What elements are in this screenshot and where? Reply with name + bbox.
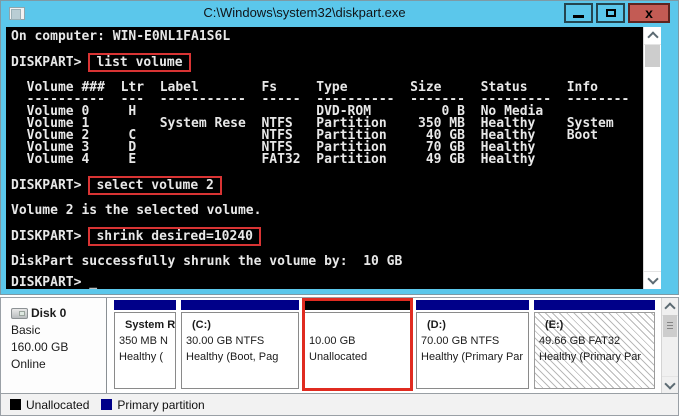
console-cursor: _ [89,275,97,289]
partition-name: (E:) [539,317,652,333]
partition-name [309,317,408,333]
disk-type: Basic [11,322,102,339]
partition-header-primary [534,300,655,310]
pane-scrollbar-thumb[interactable] [663,315,677,337]
close-button[interactable]: x [628,3,670,23]
pane-scroll-down-icon [664,378,675,389]
partition-strip: System R350 MB NHealthy ((C:)30.00 GB NT… [107,298,661,394]
partition-header-unallocated [304,300,411,310]
highlighted-command: shrink desired=10240 [88,227,261,246]
partition-box: System R350 MB NHealthy ( [114,312,176,389]
console-scroll-up-button[interactable] [644,27,661,45]
window-title: C:\Windows\system32\diskpart.exe [61,5,548,20]
highlighted-command: list volume [88,53,190,72]
console-app-icon [9,7,25,20]
partition-status: Healthy (Primary Par [539,349,652,365]
partition-header-primary [416,300,529,310]
pane-scroll-up-icon [664,302,675,313]
console-line: Volume 2 is the selected volume. [11,205,643,217]
console-line: DISKPART> _ [11,277,643,289]
disk-management-panel: Disk 0 Basic 160.00 GB Online System R35… [0,297,679,416]
console-scroll-down-icon [647,273,658,284]
partition-size: 70.00 GB NTFS [421,333,526,349]
partition-status: Healthy ( [119,349,173,365]
console-scroll-up-icon [647,31,658,42]
console-line: DISKPART> select volume 2 [11,175,643,196]
console-line: Volume 4 E FAT32 Partition 49 GB Healthy [11,154,643,166]
scrollbar-grip-icon [667,322,673,330]
partition-size: 10.00 GB [309,333,408,349]
console-scrollbar[interactable] [643,27,661,289]
legend-swatch-unallocated [10,399,21,410]
partition-c[interactable]: (C:)30.00 GB NTFSHealthy (Boot, Pag [181,300,299,389]
pane-scrollbar[interactable] [661,298,678,394]
disk-size: 160.00 GB [11,339,102,356]
console-line [11,43,643,52]
legend-item-unallocated: Unallocated [10,398,89,412]
minimize-icon [573,15,584,18]
diskpart-prompt: DISKPART> [11,52,81,73]
console-output: On computer: WIN-E0NL1FA1S6L DISKPART> lis… [6,27,643,289]
diskpart-window: C:\Windows\system32\diskpart.exe x On co… [0,0,679,295]
partition-box: (D:)70.00 GB NTFSHealthy (Primary Par [416,312,529,389]
partition-box: 10.00 GBUnallocated [304,312,411,389]
partition-status: Healthy (Primary Par [421,349,526,365]
partition-legend: Unallocated Primary partition [1,393,678,415]
console-line [11,268,643,277]
diskpart-prompt: DISKPART> [11,275,89,289]
console-line: DISKPART> shrink desired=10240 [11,226,643,247]
window-controls: x [561,3,670,23]
console-line [11,217,643,226]
console-line [11,166,643,175]
disk-name: Disk 0 [31,305,66,322]
console-line: On computer: WIN-E0NL1FA1S6L [11,31,643,43]
partition-size: 350 MB N [119,333,173,349]
partition-size: 49.66 GB FAT32 [539,333,652,349]
console-line: DISKPART> list volume [11,52,643,73]
partition-system-reserved[interactable]: System R350 MB NHealthy ( [114,300,176,389]
disk-icon [11,308,28,319]
partition-box: (C:)30.00 GB NTFSHealthy (Boot, Pag [181,312,299,389]
pane-scroll-up-button[interactable] [662,298,678,316]
legend-swatch-primary [101,399,112,410]
partition-status: Unallocated [309,349,408,365]
maximize-icon [606,9,616,17]
partition-name: (D:) [421,317,526,333]
partition-d[interactable]: (D:)70.00 GB NTFSHealthy (Primary Par [416,300,529,389]
legend-item-primary: Primary partition [101,398,204,412]
diskpart-prompt: DISKPART> [11,226,81,247]
partition-box: (E:)49.66 GB FAT32Healthy (Primary Par [534,312,655,389]
partition-name: (C:) [186,317,296,333]
partition-header-primary [181,300,299,310]
console-area: On computer: WIN-E0NL1FA1S6L DISKPART> lis… [6,27,661,289]
partition-header-primary [114,300,176,310]
pane-scroll-down-button[interactable] [662,376,678,394]
title-bar[interactable]: C:\Windows\system32\diskpart.exe x [1,1,678,27]
partition-size: 30.00 GB NTFS [186,333,296,349]
partition-e[interactable]: (E:)49.66 GB FAT32Healthy (Primary Par [534,300,655,389]
maximize-button[interactable] [596,3,625,23]
disk-0-info[interactable]: Disk 0 Basic 160.00 GB Online [1,298,107,394]
legend-label: Unallocated [26,398,89,412]
console-line: DiskPart successfully shrunk the volume … [11,256,643,268]
console-scroll-down-button[interactable] [644,271,661,289]
minimize-button[interactable] [564,3,593,23]
highlighted-command: select volume 2 [88,176,221,195]
disk-0-row: Disk 0 Basic 160.00 GB Online System R35… [1,298,678,394]
partition-name: System R [119,317,173,333]
console-scrollbar-thumb[interactable] [645,45,660,67]
disk-status: Online [11,356,102,373]
diskpart-prompt: DISKPART> [11,175,81,196]
partition-status: Healthy (Boot, Pag [186,349,296,365]
legend-label: Primary partition [117,398,204,412]
partition-unallocated[interactable]: 10.00 GBUnallocated [304,300,411,389]
